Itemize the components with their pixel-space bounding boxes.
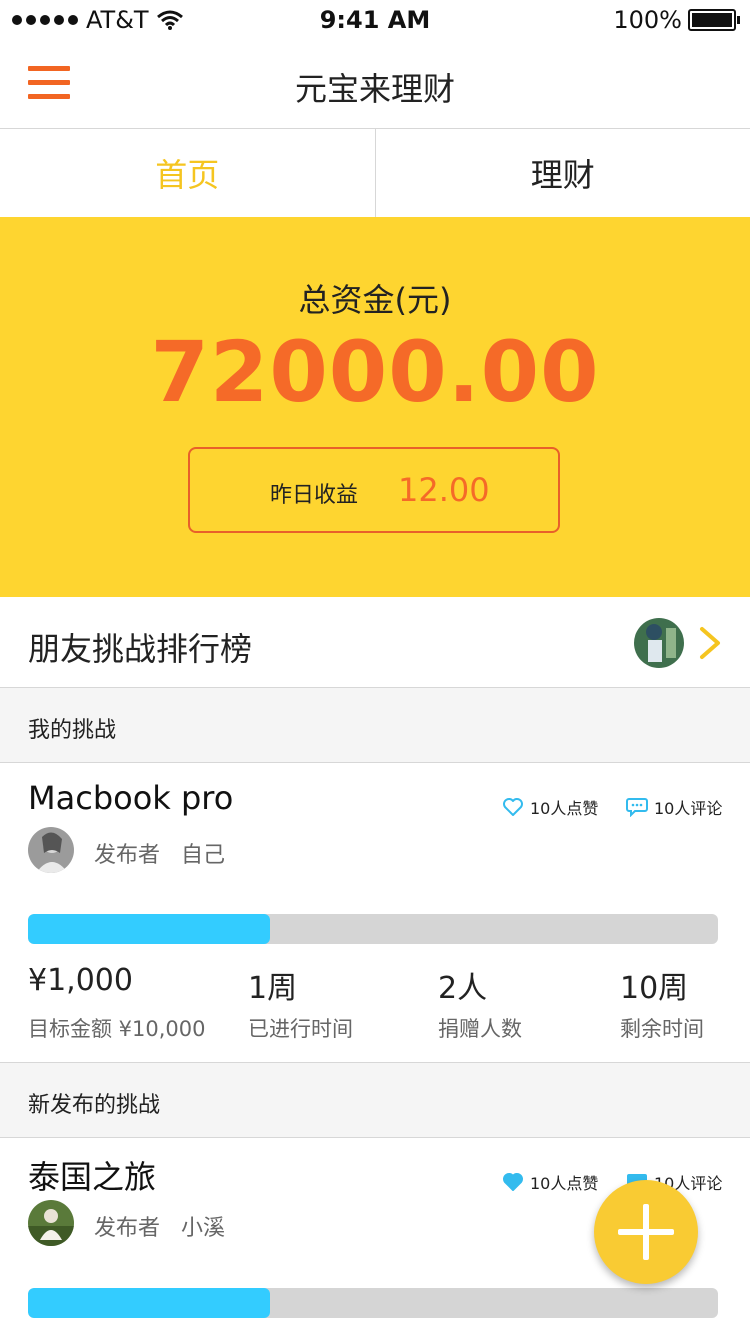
stat-elapsed-value: 1周 xyxy=(248,971,298,1006)
stat-amount-label: 目标金额 ¥10,000 xyxy=(28,1017,206,1041)
heart-icon xyxy=(503,1173,523,1191)
publisher-label: 发布者 xyxy=(94,843,161,868)
battery-icon xyxy=(688,9,740,31)
comments-count[interactable]: 10人评论 xyxy=(626,795,722,819)
chevron-right-icon[interactable] xyxy=(696,626,724,660)
status-right: 100% xyxy=(613,6,740,34)
stat-amount-value: ¥1,000 xyxy=(28,963,133,998)
publisher-label: 发布者 xyxy=(94,1216,161,1241)
progress-fill xyxy=(28,1288,270,1318)
tab-bar: 首页 理财 xyxy=(0,129,750,217)
ranking-title: 朋友挑战排行榜 xyxy=(28,630,253,668)
publisher-name: 自己 xyxy=(181,843,226,868)
nav-bar: 元宝来理财 xyxy=(0,40,750,129)
challenge-title: 泰国之旅 xyxy=(28,1158,157,1196)
comments-label: 10人评论 xyxy=(654,799,723,818)
app-title: 元宝来理财 xyxy=(294,70,455,108)
yesterday-earnings-box[interactable]: 昨日收益 12.00 xyxy=(188,447,560,533)
progress-bar xyxy=(28,914,718,944)
asset-summary: 总资金(元) 72000.00 昨日收益 12.00 xyxy=(0,217,750,597)
likes-count[interactable]: 10人点赞 xyxy=(502,795,598,819)
publisher: 发布者 自己 xyxy=(94,837,225,869)
battery-percent: 100% xyxy=(613,6,682,34)
stat-remaining-value: 10周 xyxy=(620,971,689,1006)
publisher-name: 小溪 xyxy=(181,1216,226,1241)
challenge-card[interactable]: Macbook pro 10人点赞 10人评论 发布者 自己 ¥1,000 目标… xyxy=(0,763,750,1063)
my-challenges-header: 我的挑战 xyxy=(0,688,750,763)
challenge-title: Macbook pro xyxy=(28,779,234,817)
friend-ranking-row[interactable]: 朋友挑战排行榜 xyxy=(0,598,750,688)
likes-label: 10人点赞 xyxy=(530,1174,599,1193)
section-title: 我的挑战 xyxy=(28,718,117,743)
likes-count[interactable]: 10人点赞 xyxy=(502,1170,598,1194)
stat-elapsed-label: 已进行时间 xyxy=(248,1017,353,1041)
tab-home[interactable]: 首页 xyxy=(0,129,375,217)
section-title: 新发布的挑战 xyxy=(28,1093,161,1118)
avatar xyxy=(28,827,74,873)
total-assets-amount: 72000.00 xyxy=(150,323,600,421)
yesterday-earnings-label: 昨日收益 xyxy=(270,483,359,508)
progress-fill xyxy=(28,914,270,944)
stat-remaining-label: 剩余时间 xyxy=(620,1017,704,1041)
avatar xyxy=(634,618,684,668)
likes-label: 10人点赞 xyxy=(530,799,599,818)
new-challenges-header: 新发布的挑战 xyxy=(0,1063,750,1138)
stat-donors-value: 2人 xyxy=(438,971,488,1006)
progress-bar xyxy=(28,1288,718,1318)
tab-finance[interactable]: 理财 xyxy=(374,129,750,217)
total-assets-label: 总资金(元) xyxy=(298,281,452,319)
yesterday-earnings-value: 12.00 xyxy=(398,471,490,509)
stat-donors-label: 捐赠人数 xyxy=(438,1017,522,1041)
comment-icon xyxy=(626,798,648,817)
add-challenge-button[interactable] xyxy=(594,1180,698,1284)
publisher: 发布者 小溪 xyxy=(94,1210,225,1242)
heart-icon xyxy=(503,798,523,816)
avatar xyxy=(28,1200,74,1246)
status-bar: AT&T 9:41 AM 100% xyxy=(0,0,750,40)
